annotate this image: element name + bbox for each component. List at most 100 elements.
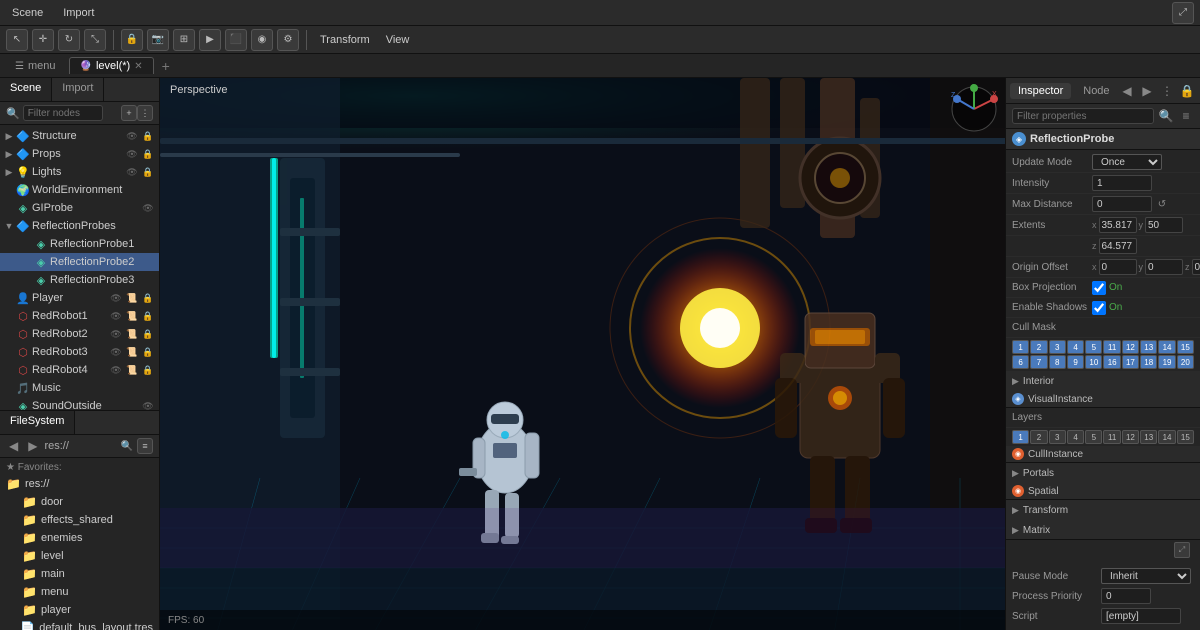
layer-3[interactable]: 3 (1049, 430, 1066, 444)
fs-filter-btn[interactable]: ≡ (137, 438, 153, 454)
cull-cell-1[interactable]: 1 (1012, 340, 1029, 354)
cull-cell-13[interactable]: 13 (1140, 340, 1157, 354)
section-interior[interactable]: ▶ Interior (1006, 371, 1200, 391)
script-icon[interactable]: 📜 (125, 345, 139, 359)
eye-icon[interactable]: 👁 (109, 291, 123, 305)
script-icon[interactable]: 📜 (125, 327, 139, 341)
tab-menu[interactable]: ☰ menu (4, 57, 67, 74)
nav-history[interactable]: ⋮ (1158, 82, 1176, 100)
tab-import[interactable]: Import (52, 78, 104, 101)
cull-cell-17[interactable]: 17 (1122, 355, 1139, 369)
tab-scene[interactable]: Scene (0, 78, 52, 101)
rotate-tool[interactable]: ↻ (58, 29, 80, 51)
eye-icon[interactable]: 👁 (141, 201, 155, 215)
scene-search-input[interactable] (23, 105, 103, 121)
shadows-checkbox[interactable] (1092, 301, 1106, 315)
tab-level[interactable]: 🔮 level(*) ✕ (69, 57, 154, 74)
lock-icon[interactable]: 🔒 (141, 309, 155, 323)
layer-1[interactable]: 1 (1012, 430, 1029, 444)
origin-z[interactable] (1192, 259, 1200, 275)
layer-4[interactable]: 4 (1067, 430, 1084, 444)
origin-y[interactable] (1145, 259, 1183, 275)
eye-icon[interactable]: 👁 (141, 399, 155, 410)
tree-item-robot4[interactable]: ⬡ RedRobot4 👁 📜 🔒 (0, 361, 159, 379)
cull-cell-8[interactable]: 8 (1049, 355, 1066, 369)
extents-x[interactable] (1099, 217, 1137, 233)
section-matrix[interactable]: ▶ Matrix (1006, 520, 1200, 539)
fs-item-player[interactable]: 📁 player (0, 601, 159, 619)
filter-more[interactable]: ≡ (1178, 107, 1194, 125)
nav-forward[interactable]: ▶ (1138, 82, 1156, 100)
cull-cell-2[interactable]: 2 (1030, 340, 1047, 354)
cull-cell-6[interactable]: 6 (1012, 355, 1029, 369)
fs-item-res[interactable]: 📁 res:// (0, 475, 159, 493)
eye-icon[interactable]: 👁 (109, 309, 123, 323)
script-icon[interactable]: 📜 (125, 363, 139, 377)
lock-icon[interactable]: 🔒 (141, 291, 155, 305)
fs-item-effects[interactable]: 📁 effects_shared (0, 511, 159, 529)
origin-x[interactable] (1099, 259, 1137, 275)
transform-menu[interactable]: Transform (314, 34, 376, 46)
lock-icon[interactable]: 🔒 (141, 147, 155, 161)
nav-back[interactable]: ◀ (1118, 82, 1136, 100)
fs-item-door[interactable]: 📁 door (0, 493, 159, 511)
tab-filesystem[interactable]: FileSystem (0, 411, 75, 434)
layer-5[interactable]: 5 (1085, 430, 1102, 444)
tree-item-reflprobes[interactable]: ▼ 🔷 ReflectionProbes (0, 217, 159, 235)
cull-cell-15[interactable]: 15 (1177, 340, 1194, 354)
tool7[interactable]: ⊞ (173, 29, 195, 51)
cull-cell-9[interactable]: 9 (1067, 355, 1084, 369)
eye-icon[interactable]: 👁 (125, 147, 139, 161)
lock-icon[interactable]: 🔒 (141, 327, 155, 341)
cull-cell-10[interactable]: 10 (1085, 355, 1102, 369)
pause-mode-select[interactable]: Inherit Stop Process (1101, 568, 1191, 584)
tree-item-lights[interactable]: ▶ 💡 Lights 👁 🔒 (0, 163, 159, 181)
tree-item-probe2[interactable]: ◈ ReflectionProbe2 (0, 253, 159, 271)
cull-cell-18[interactable]: 18 (1140, 355, 1157, 369)
tree-item-robot1[interactable]: ⬡ RedRobot1 👁 📜 🔒 (0, 307, 159, 325)
layer-11[interactable]: 11 (1103, 430, 1120, 444)
tree-item-player[interactable]: 👤 Player 👁 📜 🔒 (0, 289, 159, 307)
extents-z[interactable] (1099, 238, 1137, 254)
section-transform[interactable]: ▶ Transform (1006, 500, 1200, 520)
script-icon[interactable]: 📜 (125, 291, 139, 305)
fs-item-main[interactable]: 📁 main (0, 565, 159, 583)
tab-add[interactable]: + (156, 56, 176, 76)
lock-icon[interactable]: 🔒 (141, 363, 155, 377)
select-tool[interactable]: ↖ (6, 29, 28, 51)
tree-item-worldenv[interactable]: 🌍 WorldEnvironment (0, 181, 159, 199)
tool10[interactable]: ◉ (251, 29, 273, 51)
tool8[interactable]: ▶ (199, 29, 221, 51)
scale-tool[interactable]: ⤡ (84, 29, 106, 51)
menu-import[interactable]: Import (57, 5, 100, 21)
tab-inspector[interactable]: Inspector (1010, 83, 1071, 99)
max-distance-field[interactable] (1092, 196, 1152, 212)
expand-btn[interactable]: ⤢ (1174, 542, 1190, 558)
fs-item-enemies[interactable]: 📁 enemies (0, 529, 159, 547)
layer-15[interactable]: 15 (1177, 430, 1194, 444)
tree-item-soundoutside[interactable]: ◈ SoundOutside 👁 (0, 397, 159, 410)
nav-lock[interactable]: 🔒 (1178, 82, 1196, 100)
filter-icon[interactable]: 🔍 (1158, 107, 1174, 125)
tool5[interactable]: 🔒 (121, 29, 143, 51)
cull-cell-11[interactable]: 11 (1103, 340, 1120, 354)
fs-item-bus-layout[interactable]: 📄 default_bus_layout.tres (0, 619, 159, 630)
cull-cell-19[interactable]: 19 (1158, 355, 1175, 369)
lock-icon[interactable]: 🔒 (141, 165, 155, 179)
viewport[interactable]: Perspective (160, 78, 1005, 630)
tree-item-music[interactable]: 🎵 Music (0, 379, 159, 397)
refresh-icon[interactable]: ↺ (1155, 197, 1169, 211)
view-menu[interactable]: View (380, 34, 416, 46)
cull-cell-12[interactable]: 12 (1122, 340, 1139, 354)
scene-add-btn[interactable]: + (121, 105, 137, 121)
cull-cell-5[interactable]: 5 (1085, 340, 1102, 354)
script-icon[interactable]: 📜 (125, 309, 139, 323)
eye-icon[interactable]: 👁 (109, 327, 123, 341)
fs-back-btn[interactable]: ◀ (6, 438, 21, 454)
intensity-field[interactable] (1092, 175, 1152, 191)
cull-cell-20[interactable]: 20 (1177, 355, 1194, 369)
cull-cell-3[interactable]: 3 (1049, 340, 1066, 354)
tool11[interactable]: ⚙ (277, 29, 299, 51)
eye-icon[interactable]: 👁 (109, 363, 123, 377)
scene-more-btn[interactable]: ⋮ (137, 105, 153, 121)
